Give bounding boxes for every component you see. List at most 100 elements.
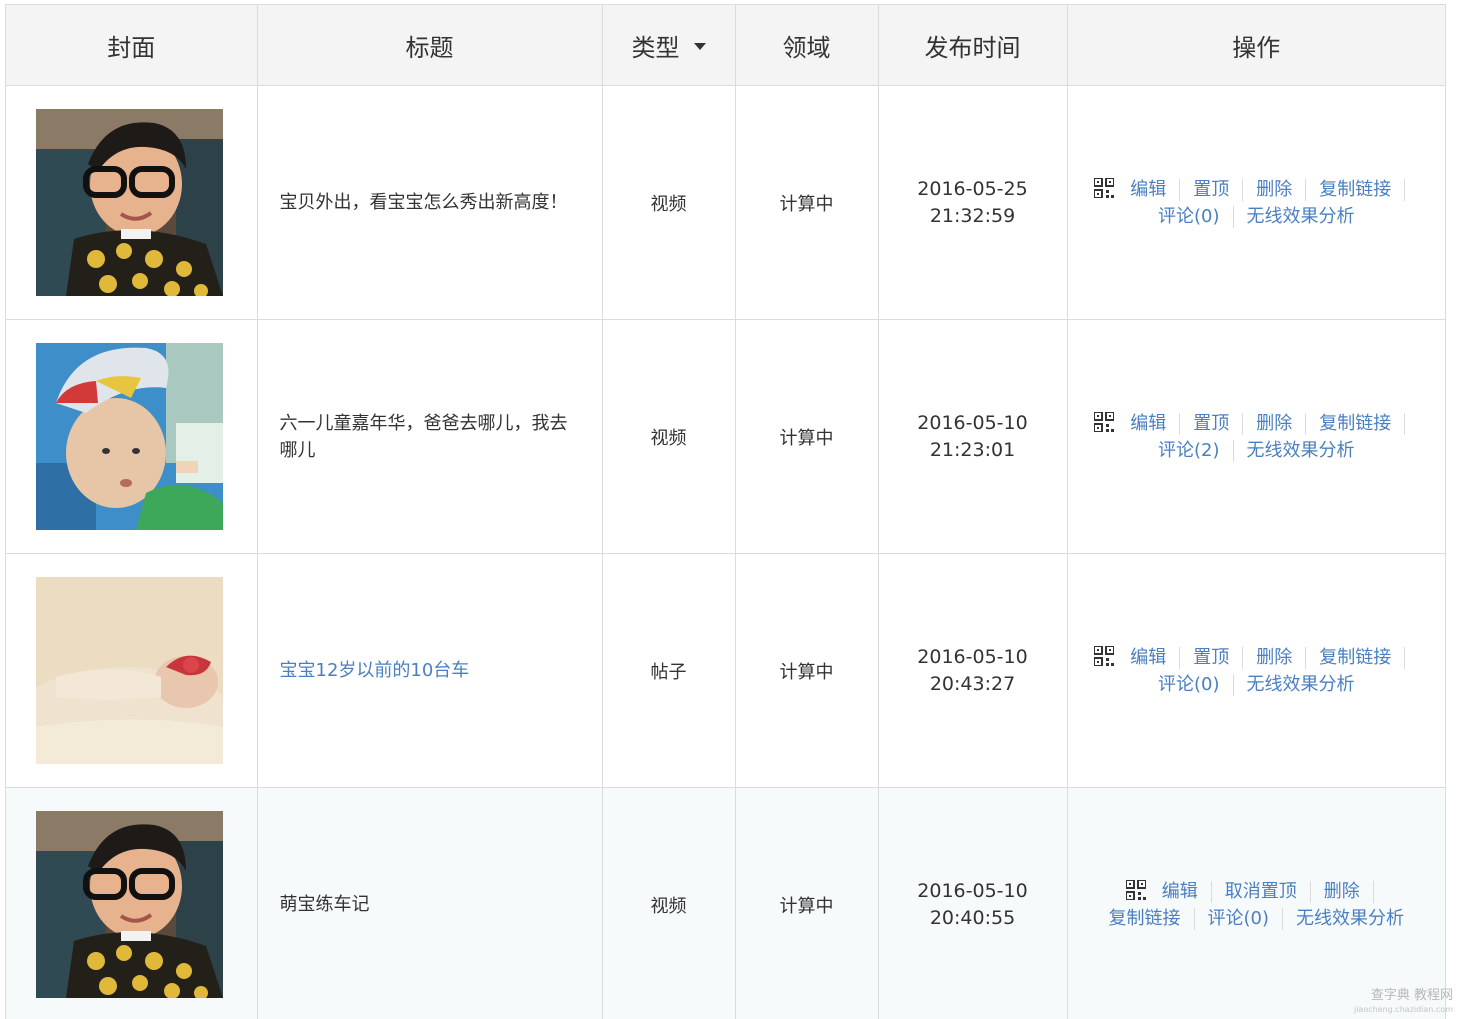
qr-code-icon[interactable] <box>1094 177 1115 198</box>
divider <box>1242 178 1244 201</box>
publish-time-cell: 2016-05-10 21:23:01 <box>878 319 1068 554</box>
cover-cell <box>6 85 258 320</box>
publish-time: 20:40:55 <box>929 906 1016 929</box>
delete-link[interactable]: 删除 <box>1256 179 1292 200</box>
cover-thumbnail-sleeping-baby[interactable] <box>36 577 223 764</box>
divider <box>1305 412 1307 435</box>
qr-code-icon[interactable] <box>1094 411 1115 432</box>
caret-down-icon[interactable] <box>693 43 706 50</box>
divider <box>1179 178 1181 201</box>
articles-table-container: 封面 标题 类型 领域 发布时间 操作 宝贝外出，看宝宝怎么秀出新高度！ 视频 … <box>5 4 1446 1019</box>
edit-link[interactable]: 编辑 <box>1130 413 1166 434</box>
comment-link[interactable]: 评论(0) <box>1158 674 1220 695</box>
cover-thumbnail-child-glasses[interactable] <box>36 109 223 296</box>
divider <box>1404 178 1406 201</box>
publish-date: 2016-05-10 <box>917 879 1028 902</box>
pin-link[interactable]: 置顶 <box>1193 647 1229 668</box>
article-title: 六一儿童嘉年华，爸爸去哪儿，我去哪儿 <box>279 412 568 461</box>
divider <box>1242 412 1244 435</box>
article-title: 萌宝练车记 <box>279 894 370 915</box>
divider <box>1372 880 1374 903</box>
pin-link[interactable]: 置顶 <box>1193 413 1229 434</box>
divider <box>1404 412 1406 435</box>
wireless-analysis-link[interactable]: 无线效果分析 <box>1247 206 1355 227</box>
actions-line-1: 编辑 置顶 删除 复制链接 <box>1086 176 1428 203</box>
actions-line-1: 编辑 置顶 删除 复制链接 <box>1086 644 1428 671</box>
edit-link[interactable]: 编辑 <box>1130 179 1166 200</box>
delete-link[interactable]: 删除 <box>1256 647 1292 668</box>
delete-link[interactable]: 删除 <box>1256 413 1292 434</box>
publish-time: 20:43:27 <box>929 672 1016 695</box>
watermark-main: 查字典 教程网 <box>1370 988 1453 1003</box>
actions-line-1: 编辑 置顶 删除 复制链接 <box>1086 410 1428 437</box>
wireless-analysis-link[interactable]: 无线效果分析 <box>1247 440 1355 461</box>
copy-link-link[interactable]: 复制链接 <box>1319 413 1391 434</box>
table-row: 宝贝外出，看宝宝怎么秀出新高度！ 视频 计算中 2016-05-25 21:32… <box>6 85 1445 320</box>
type-cell: 视频 <box>602 787 736 1019</box>
domain-cell: 计算中 <box>735 85 879 320</box>
actions-cell: 编辑 置顶 删除 复制链接 评论(2) 无线效果分析 <box>1067 319 1445 554</box>
pin-link[interactable]: 置顶 <box>1193 179 1229 200</box>
qr-code-icon[interactable] <box>1125 879 1146 900</box>
articles-table: 封面 标题 类型 领域 发布时间 操作 宝贝外出，看宝宝怎么秀出新高度！ 视频 … <box>6 5 1445 1019</box>
actions-cell: 编辑 置顶 删除 复制链接 评论(0) 无线效果分析 <box>1067 85 1445 320</box>
comment-link[interactable]: 评论(2) <box>1158 440 1220 461</box>
title-cell: 六一儿童嘉年华，爸爸去哪儿，我去哪儿 <box>257 319 603 554</box>
title-cell: 萌宝练车记 <box>257 787 603 1019</box>
unpin-link[interactable]: 取消置顶 <box>1225 881 1297 902</box>
title-cell: 宝宝12岁以前的10台车 <box>257 553 603 788</box>
wireless-analysis-link[interactable]: 无线效果分析 <box>1296 908 1404 929</box>
table-header-row: 封面 标题 类型 领域 发布时间 操作 <box>6 5 1445 86</box>
divider <box>1404 646 1406 669</box>
type-cell: 视频 <box>602 319 736 554</box>
actions-line-2: 评论(2) 无线效果分析 <box>1086 437 1428 464</box>
article-title: 宝贝外出，看宝宝怎么秀出新高度！ <box>279 192 568 213</box>
divider <box>1179 412 1181 435</box>
comment-link[interactable]: 评论(0) <box>1158 206 1220 227</box>
actions-cell: 编辑 置顶 删除 复制链接 评论(0) 无线效果分析 <box>1067 553 1445 788</box>
type-cell: 视频 <box>602 85 736 320</box>
table-row: 六一儿童嘉年华，爸爸去哪儿，我去哪儿 视频 计算中 2016-05-10 21:… <box>6 319 1445 554</box>
title-cell: 宝贝外出，看宝宝怎么秀出新高度！ <box>257 85 603 320</box>
header-title: 标题 <box>257 5 603 86</box>
cover-thumbnail-child-cap[interactable] <box>36 343 223 530</box>
divider <box>1232 439 1234 462</box>
publish-time: 21:32:59 <box>929 204 1016 227</box>
edit-link[interactable]: 编辑 <box>1130 647 1166 668</box>
actions-line-2: 评论(0) 无线效果分析 <box>1086 203 1428 230</box>
cover-thumbnail-child-glasses[interactable] <box>36 811 223 998</box>
header-type[interactable]: 类型 <box>602 5 736 86</box>
delete-link[interactable]: 删除 <box>1324 881 1360 902</box>
cover-cell <box>6 787 258 1019</box>
actions-line-2: 复制链接 评论(0) 无线效果分析 <box>1086 905 1428 932</box>
divider <box>1193 907 1195 930</box>
publish-time-cell: 2016-05-10 20:40:55 <box>878 787 1068 1019</box>
divider <box>1210 880 1212 903</box>
divider <box>1309 880 1311 903</box>
publish-time-cell: 2016-05-25 21:32:59 <box>878 85 1068 320</box>
watermark-sub: jiaocheng.chazidian.com <box>1353 1005 1453 1014</box>
publish-date: 2016-05-25 <box>917 177 1028 200</box>
watermark: 查字典 教程网 jiaocheng.chazidian.com <box>1354 989 1453 1017</box>
comment-link[interactable]: 评论(0) <box>1208 908 1270 929</box>
publish-time-cell: 2016-05-10 20:43:27 <box>878 553 1068 788</box>
edit-link[interactable]: 编辑 <box>1162 881 1198 902</box>
domain-cell: 计算中 <box>735 553 879 788</box>
copy-link-link[interactable]: 复制链接 <box>1109 908 1181 929</box>
header-cover: 封面 <box>6 5 258 86</box>
table-row-highlighted: 萌宝练车记 视频 计算中 2016-05-10 20:40:55 编辑 取消置顶 删… <box>6 787 1445 1019</box>
actions-line-1: 编辑 取消置顶 删除 <box>1086 878 1428 905</box>
copy-link-link[interactable]: 复制链接 <box>1319 179 1391 200</box>
cover-cell <box>6 319 258 554</box>
header-actions: 操作 <box>1067 5 1445 86</box>
domain-cell: 计算中 <box>735 787 879 1019</box>
publish-time: 21:23:01 <box>929 438 1016 461</box>
type-cell: 帖子 <box>602 553 736 788</box>
domain-cell: 计算中 <box>735 319 879 554</box>
article-title-link[interactable]: 宝宝12岁以前的10台车 <box>280 660 470 681</box>
divider <box>1305 178 1307 201</box>
divider <box>1242 646 1244 669</box>
copy-link-link[interactable]: 复制链接 <box>1319 647 1391 668</box>
qr-code-icon[interactable] <box>1094 645 1115 666</box>
wireless-analysis-link[interactable]: 无线效果分析 <box>1247 674 1355 695</box>
